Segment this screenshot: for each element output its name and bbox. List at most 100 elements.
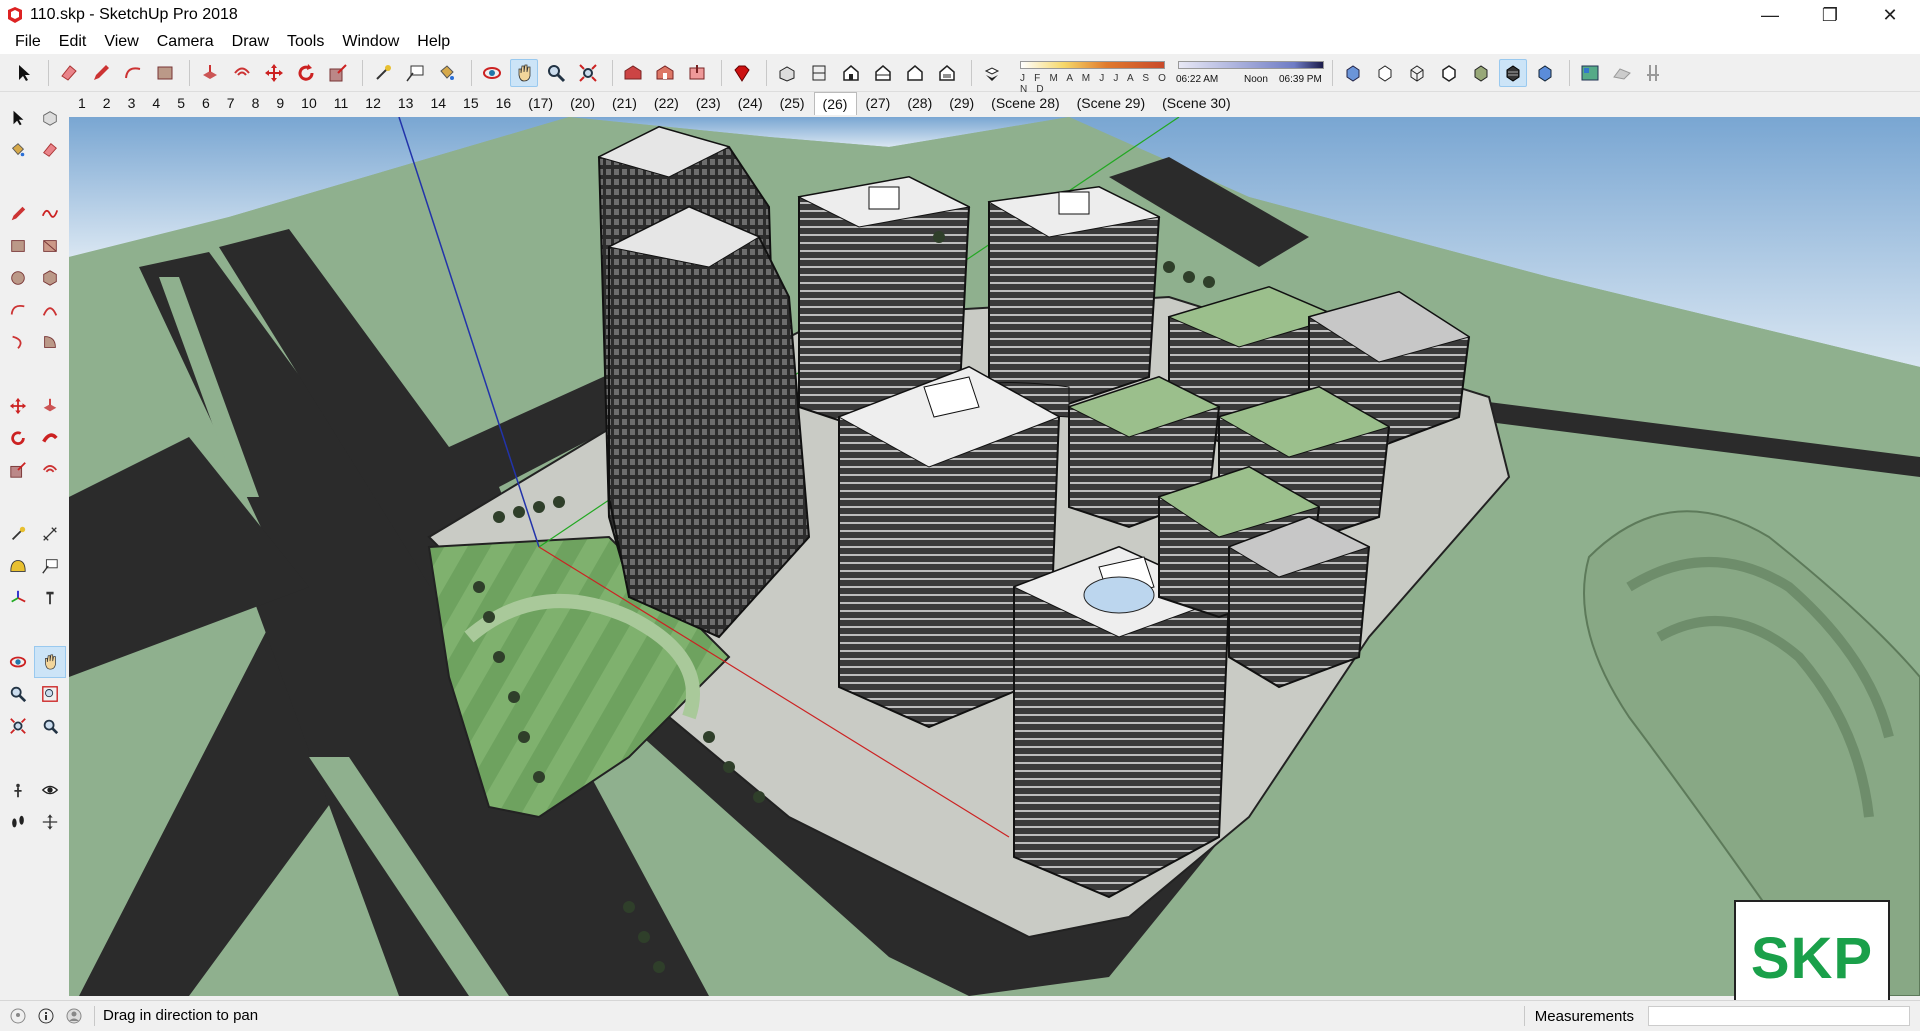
scale-tool[interactable]	[2, 454, 34, 486]
scene-tab[interactable]: (23)	[688, 92, 730, 114]
measurements-input[interactable]	[1648, 1006, 1910, 1026]
scene-tab[interactable]: (29)	[941, 92, 983, 114]
orbit-tool[interactable]	[2, 646, 34, 678]
rectangle-tool-button[interactable]	[151, 59, 179, 87]
xray-style-button[interactable]	[1339, 59, 1367, 87]
rotate-tool-button[interactable]	[292, 59, 320, 87]
line-tool-button[interactable]	[87, 59, 115, 87]
menu-draw[interactable]: Draw	[223, 30, 278, 54]
scene-tab[interactable]: 5	[169, 92, 194, 114]
section-plane-tool[interactable]	[34, 806, 66, 838]
scene-tab[interactable]: 14	[422, 92, 455, 114]
paint-bucket-button[interactable]	[433, 59, 461, 87]
arc-tool[interactable]	[2, 294, 34, 326]
scene-tab[interactable]: (20)	[562, 92, 604, 114]
minimize-button[interactable]: —	[1740, 0, 1800, 30]
extension-manager-button[interactable]	[728, 59, 756, 87]
scene-tab[interactable]: (21)	[604, 92, 646, 114]
month-slider-track[interactable]	[1020, 60, 1165, 69]
scene-tab[interactable]: 16	[488, 92, 521, 114]
push-pull-tool[interactable]	[34, 390, 66, 422]
shadows-toggle-button[interactable]	[978, 59, 1006, 87]
time-slider-track[interactable]	[1178, 60, 1324, 69]
user-status-icon[interactable]	[64, 1006, 84, 1026]
two-point-arc-tool[interactable]	[34, 294, 66, 326]
shadow-time-slider[interactable]: 06:22 AM Noon 06:39 PM	[1176, 58, 1326, 88]
model-scene[interactable]	[69, 117, 1920, 996]
scene-tab[interactable]: (27)	[857, 92, 899, 114]
shaded-textures-style-button[interactable]	[1499, 58, 1527, 87]
menu-view[interactable]: View	[95, 30, 147, 54]
arc-tool-button[interactable]	[119, 59, 147, 87]
previous-view-tool[interactable]	[34, 710, 66, 742]
scene-tab[interactable]: 2	[95, 92, 120, 114]
menu-edit[interactable]: Edit	[50, 30, 96, 54]
monochrome-style-button[interactable]	[1531, 59, 1559, 87]
extension-warehouse-button[interactable]	[651, 59, 679, 87]
scene-tab[interactable]: (26)	[813, 91, 858, 115]
circle-tool[interactable]	[2, 262, 34, 294]
tape-measure-button[interactable]	[369, 59, 397, 87]
geolocation-status-icon[interactable]	[8, 1006, 28, 1026]
text-tool[interactable]	[34, 550, 66, 582]
scene-tab[interactable]: (28)	[899, 92, 941, 114]
line-tool[interactable]	[2, 198, 34, 230]
eraser-tool[interactable]	[34, 134, 66, 166]
tape-measure-tool[interactable]	[2, 518, 34, 550]
paint-tool[interactable]	[2, 134, 34, 166]
zoom-tool[interactable]	[2, 678, 34, 710]
scene-tab[interactable]: 8	[244, 92, 269, 114]
menu-camera[interactable]: Camera	[148, 30, 223, 54]
credits-status-icon[interactable]	[36, 1006, 56, 1026]
top-view-button[interactable]	[805, 59, 833, 87]
select-tool[interactable]	[2, 102, 34, 134]
model-viewport[interactable]	[69, 117, 1920, 996]
scene-tab[interactable]: 3	[120, 92, 145, 114]
scene-tab[interactable]: (17)	[520, 92, 562, 114]
three-point-arc-tool[interactable]	[2, 326, 34, 358]
scene-tab[interactable]: 10	[293, 92, 326, 114]
zoom-window-tool[interactable]	[34, 678, 66, 710]
shaded-style-button[interactable]	[1467, 59, 1495, 87]
right-view-button[interactable]	[869, 59, 897, 87]
scene-tab[interactable]: (Scene 28)	[983, 92, 1068, 114]
shadow-date-slider[interactable]: J F M A M J J A S O N D	[1014, 58, 1170, 95]
menu-file[interactable]: File	[6, 30, 50, 54]
dimension-tool[interactable]	[34, 518, 66, 550]
close-button[interactable]: ✕	[1860, 0, 1920, 30]
iso-view-button[interactable]	[773, 59, 801, 87]
move-tool-button[interactable]	[260, 59, 288, 87]
follow-me-tool[interactable]	[34, 422, 66, 454]
zoom-extents-button[interactable]	[574, 59, 602, 87]
select-tool-button[interactable]	[10, 59, 38, 87]
scene-tab[interactable]: 13	[390, 92, 423, 114]
scene-tab[interactable]: (Scene 29)	[1069, 92, 1154, 114]
scene-tab[interactable]: 4	[144, 92, 169, 114]
eraser-tool-button[interactable]	[55, 59, 83, 87]
menu-tools[interactable]: Tools	[278, 30, 333, 54]
position-camera-tool[interactable]	[2, 774, 34, 806]
scene-tab[interactable]: (25)	[772, 92, 814, 114]
photo-textures-button[interactable]	[1640, 59, 1668, 87]
left-view-button[interactable]	[933, 59, 961, 87]
share-model-button[interactable]	[683, 59, 711, 87]
scene-tab[interactable]: 9	[268, 92, 293, 114]
rotate-tool[interactable]	[2, 422, 34, 454]
move-tool[interactable]	[2, 390, 34, 422]
scale-tool-button[interactable]	[324, 59, 352, 87]
rectangle-tool[interactable]	[2, 230, 34, 262]
push-pull-tool-button[interactable]	[196, 59, 224, 87]
toggle-terrain-button[interactable]	[1608, 59, 1636, 87]
3d-warehouse-button[interactable]	[619, 59, 647, 87]
scene-tab[interactable]: (22)	[646, 92, 688, 114]
back-edges-style-button[interactable]	[1371, 59, 1399, 87]
wireframe-style-button[interactable]	[1403, 59, 1431, 87]
rotated-rectangle-tool[interactable]	[34, 230, 66, 262]
3d-text-tool[interactable]	[34, 582, 66, 614]
pan-tool-button[interactable]	[510, 58, 538, 87]
add-location-button[interactable]	[1576, 59, 1604, 87]
menu-help[interactable]: Help	[408, 30, 459, 54]
protractor-tool[interactable]	[2, 550, 34, 582]
axes-tool[interactable]	[2, 582, 34, 614]
scene-tab[interactable]: (Scene 30)	[1154, 92, 1239, 114]
